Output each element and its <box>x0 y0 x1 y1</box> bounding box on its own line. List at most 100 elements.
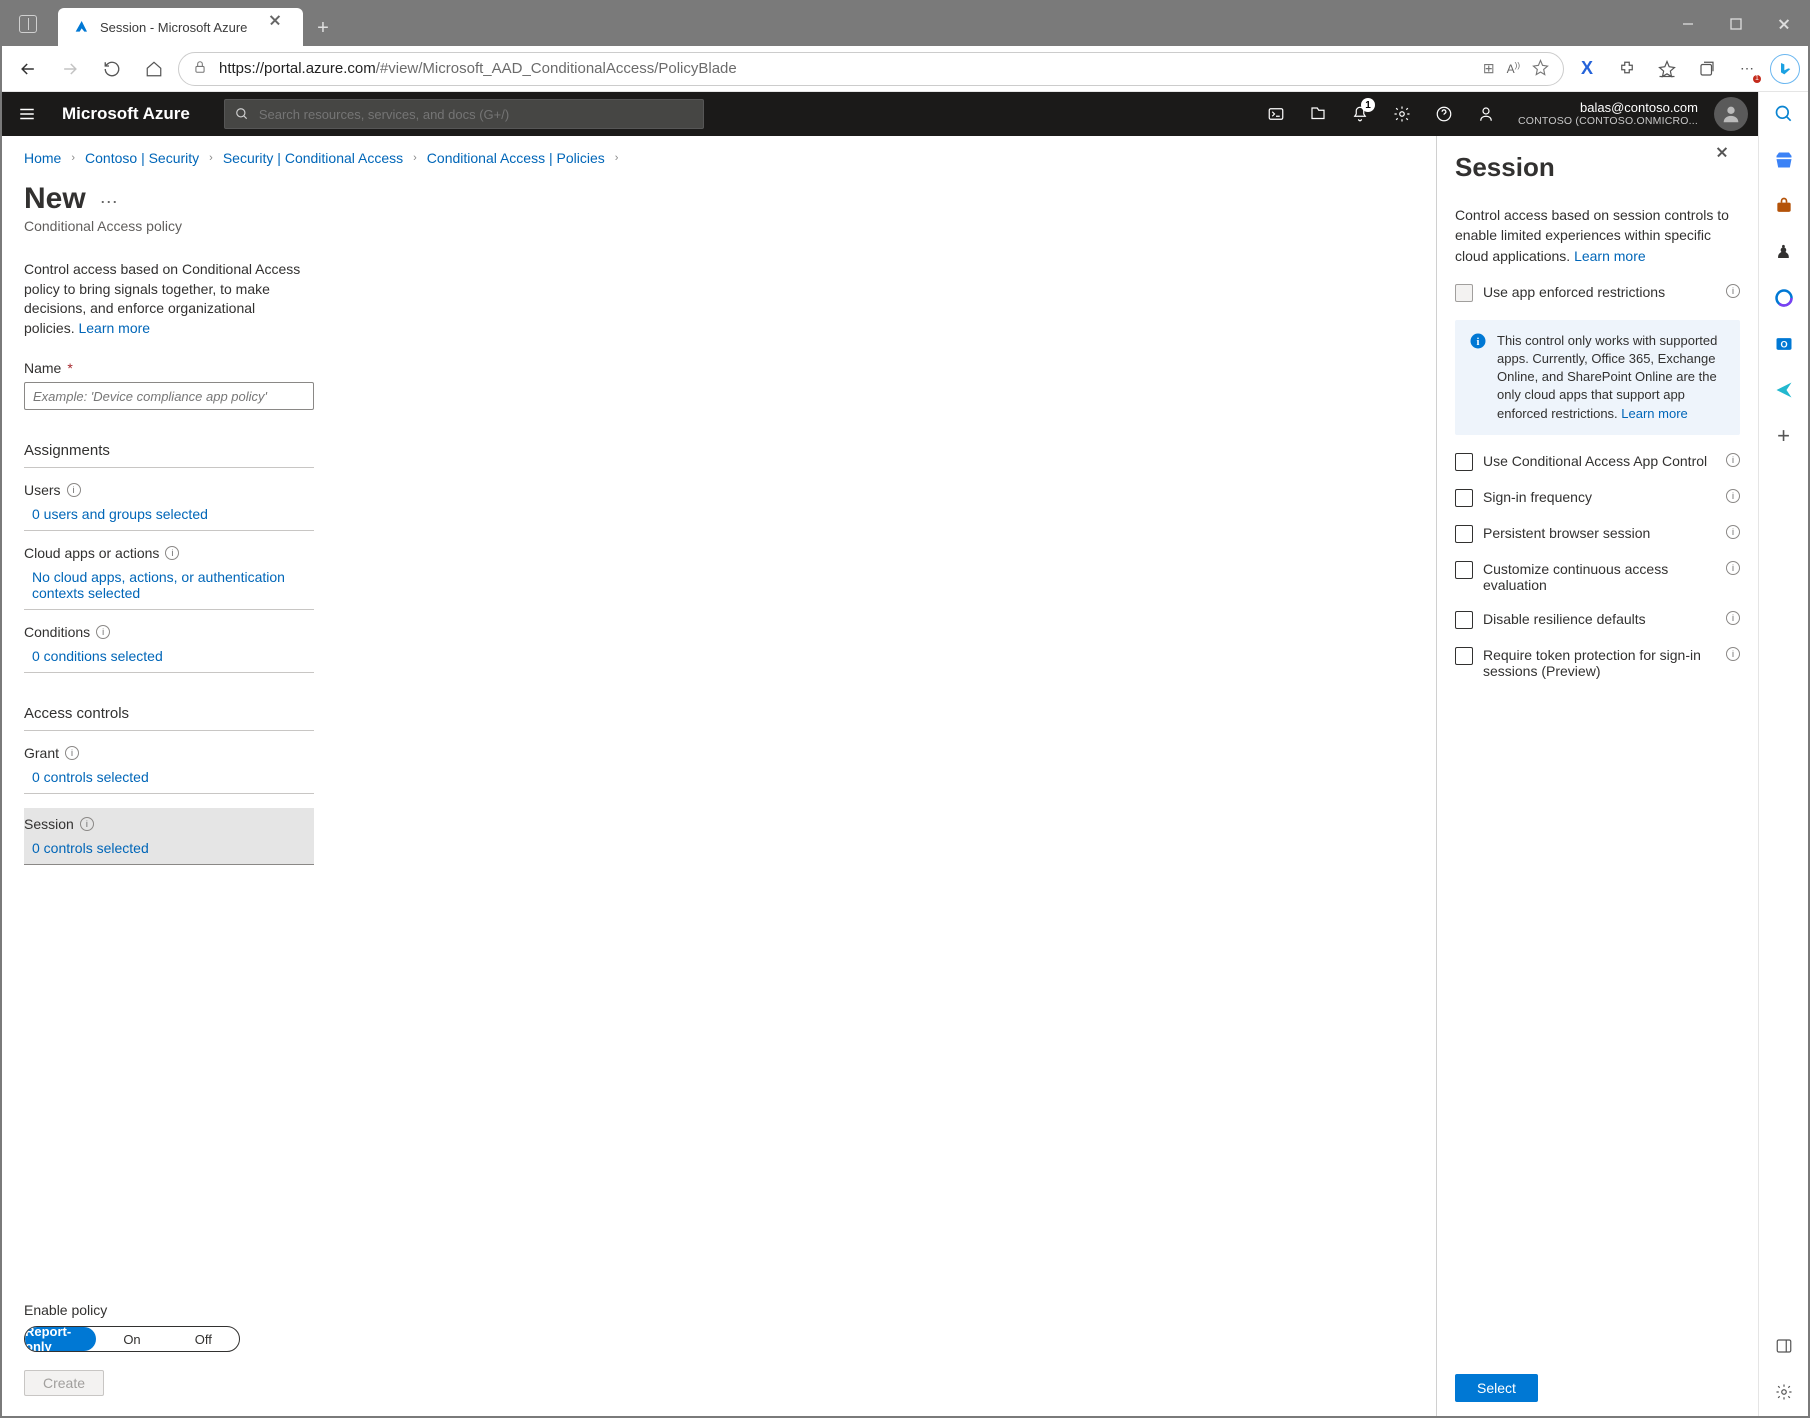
page-title: New <box>24 182 86 216</box>
learn-more-link[interactable]: Learn more <box>78 320 150 336</box>
lock-icon <box>193 60 207 77</box>
session-link[interactable]: 0 controls selected <box>24 840 314 856</box>
crumb-1[interactable]: Contoso | Security <box>85 150 199 166</box>
svg-text:O: O <box>1780 339 1787 349</box>
flyout-title: Session <box>1455 152 1722 183</box>
enable-policy-label: Enable policy <box>24 1302 314 1318</box>
info-icon[interactable]: i <box>1726 611 1740 625</box>
sidebar-tools-icon[interactable] <box>1770 192 1798 220</box>
config-users[interactable]: Users i 0 users and groups selected <box>24 482 314 531</box>
sidebar-search-icon[interactable] <box>1770 100 1798 128</box>
info-icon[interactable]: i <box>1726 489 1740 503</box>
chk-resilience-defaults[interactable] <box>1455 611 1473 629</box>
config-cloud-apps[interactable]: Cloud apps or actions i No cloud apps, a… <box>24 545 314 610</box>
help-icon[interactable] <box>1426 94 1462 134</box>
flyout-learn-more[interactable]: Learn more <box>1574 248 1646 264</box>
crumb-3[interactable]: Conditional Access | Policies <box>427 150 605 166</box>
directories-icon[interactable] <box>1300 94 1336 134</box>
new-tab-button[interactable]: + <box>307 12 339 44</box>
chk-ca-app-control[interactable] <box>1455 453 1473 471</box>
tab-close-icon[interactable] <box>275 20 289 34</box>
sidebar-send-icon[interactable] <box>1770 376 1798 404</box>
toggle-on[interactable]: On <box>96 1327 167 1351</box>
info-icon[interactable]: i <box>67 483 81 497</box>
info-icon[interactable]: i <box>80 817 94 831</box>
notif-badge: 1 <box>1361 98 1375 112</box>
confluence-ext-icon[interactable]: X <box>1570 52 1604 86</box>
toggle-off[interactable]: Off <box>168 1327 239 1351</box>
window-close-icon[interactable] <box>1760 2 1808 46</box>
breadcrumb: Home› Contoso | Security› Security | Con… <box>24 150 1414 166</box>
info-icon[interactable]: i <box>1726 453 1740 467</box>
browser-more-icon[interactable]: ⋯1 <box>1730 52 1764 86</box>
grant-link[interactable]: 0 controls selected <box>24 769 314 785</box>
favorites-bar-icon[interactable] <box>1650 52 1684 86</box>
portal-search-input[interactable] <box>224 99 704 129</box>
sidebar-add-icon[interactable]: + <box>1770 422 1798 450</box>
name-label: Name * <box>24 360 314 376</box>
select-button[interactable]: Select <box>1455 1374 1538 1402</box>
cloud-apps-link[interactable]: No cloud apps, actions, or authenticatio… <box>24 569 314 601</box>
cloud-shell-icon[interactable] <box>1258 94 1294 134</box>
notifications-icon[interactable]: 1 <box>1342 94 1378 134</box>
crumb-2[interactable]: Security | Conditional Access <box>223 150 403 166</box>
avatar[interactable] <box>1714 97 1748 131</box>
chk-continuous-access[interactable] <box>1455 561 1473 579</box>
page-more-icon[interactable]: ⋯ <box>100 192 118 213</box>
info-icon[interactable]: i <box>165 546 179 560</box>
account-info[interactable]: balas@contoso.com CONTOSO (CONTOSO.ONMIC… <box>1518 101 1698 128</box>
back-button[interactable] <box>10 51 46 87</box>
flyout-description: Control access based on session controls… <box>1455 205 1740 266</box>
extensions-icon[interactable] <box>1610 52 1644 86</box>
conditions-link[interactable]: 0 conditions selected <box>24 648 314 664</box>
app-mode-icon[interactable]: ⊞ <box>1483 60 1495 77</box>
sidebar-shopping-icon[interactable] <box>1770 146 1798 174</box>
flyout-close-icon[interactable] <box>1722 152 1740 170</box>
enable-policy-toggle[interactable]: Report-only On Off <box>24 1326 240 1352</box>
feedback-icon[interactable] <box>1468 94 1504 134</box>
info-icon[interactable]: i <box>1726 647 1740 661</box>
info-icon[interactable]: i <box>1726 525 1740 539</box>
config-grant[interactable]: Grant i 0 controls selected <box>24 745 314 794</box>
azure-logo[interactable]: Microsoft Azure <box>62 104 190 124</box>
sidebar-outlook-icon[interactable]: O <box>1770 330 1798 358</box>
home-button[interactable] <box>136 51 172 87</box>
window-minimize-icon[interactable] <box>1664 2 1712 46</box>
sidebar-m365-icon[interactable] <box>1770 284 1798 312</box>
favorite-icon[interactable] <box>1532 59 1549 79</box>
crumb-home[interactable]: Home <box>24 150 61 166</box>
chk-app-enforced[interactable] <box>1455 284 1473 302</box>
chk-signin-frequency[interactable] <box>1455 489 1473 507</box>
info-icon[interactable]: i <box>96 625 110 639</box>
sidebar-panel-icon[interactable] <box>1770 1332 1798 1360</box>
settings-icon[interactable] <box>1384 94 1420 134</box>
collections-icon[interactable] <box>1690 52 1724 86</box>
search-icon <box>235 107 249 121</box>
info-icon[interactable]: i <box>1726 284 1740 298</box>
info-icon[interactable]: i <box>1726 561 1740 575</box>
config-session[interactable]: Session i 0 controls selected <box>24 808 314 865</box>
create-button[interactable]: Create <box>24 1370 104 1396</box>
tab-actions-icon[interactable] <box>2 2 54 46</box>
info-icon[interactable]: i <box>65 746 79 760</box>
url-bar[interactable]: https://portal.azure.com/#view/Microsoft… <box>178 52 1564 86</box>
read-aloud-icon[interactable]: A)) <box>1507 61 1520 76</box>
browser-tab[interactable]: Session - Microsoft Azure <box>58 8 303 46</box>
info-learn-more[interactable]: Learn more <box>1621 406 1687 421</box>
info-callout: i This control only works with supported… <box>1455 320 1740 435</box>
window-maximize-icon[interactable] <box>1712 2 1760 46</box>
refresh-button[interactable] <box>94 51 130 87</box>
azure-favicon-icon <box>72 18 90 36</box>
config-conditions[interactable]: Conditions i 0 conditions selected <box>24 624 314 673</box>
chk-persistent-browser[interactable] <box>1455 525 1473 543</box>
toggle-report-only[interactable]: Report-only <box>25 1327 96 1351</box>
bing-chat-icon[interactable] <box>1770 54 1800 84</box>
svg-text:i: i <box>1477 337 1480 348</box>
users-link[interactable]: 0 users and groups selected <box>24 506 314 522</box>
chk-token-protection[interactable] <box>1455 647 1473 665</box>
portal-menu-button[interactable] <box>12 99 42 129</box>
sidebar-games-icon[interactable]: ♟ <box>1770 238 1798 266</box>
name-input[interactable] <box>24 382 314 410</box>
sidebar-settings-icon[interactable] <box>1770 1378 1798 1406</box>
portal-search-field[interactable] <box>259 107 693 122</box>
